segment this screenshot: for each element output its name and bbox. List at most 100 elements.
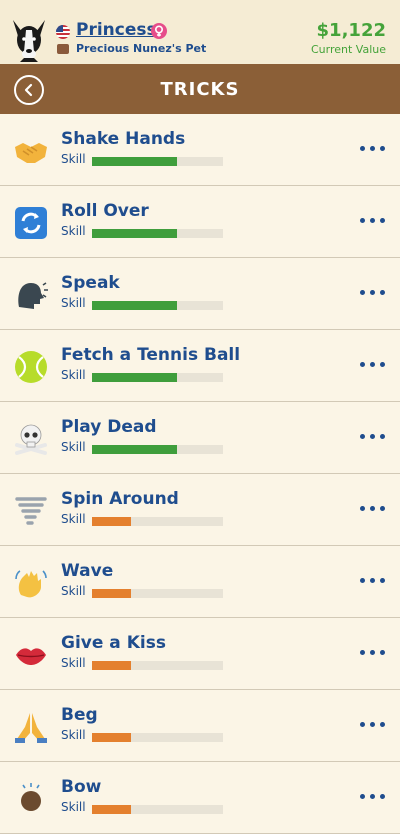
ellipsis-dot-icon	[380, 362, 385, 367]
tornado-icon	[13, 493, 49, 529]
ellipsis-dot-icon	[370, 722, 375, 727]
skill-bar-fill	[92, 301, 178, 310]
skill-label: Skill	[61, 584, 86, 598]
ellipsis-dot-icon	[380, 146, 385, 151]
ellipsis-dot-icon	[380, 290, 385, 295]
handshake-icon	[13, 133, 49, 169]
skill-bar	[92, 589, 223, 598]
trick-name: Roll Over	[61, 201, 149, 221]
pet-header: Princess Precious Nunez's Pet $1,122 Cur…	[0, 0, 400, 64]
ellipsis-dot-icon	[370, 434, 375, 439]
ellipsis-dot-icon	[370, 218, 375, 223]
more-options-button[interactable]	[358, 789, 388, 803]
us-flag-icon	[56, 25, 70, 39]
trick-row[interactable]: Beg Skill	[0, 690, 400, 762]
trick-name: Bow	[61, 777, 102, 797]
title-bar: TRICKS	[0, 64, 400, 114]
ellipsis-dot-icon	[380, 650, 385, 655]
lips-icon	[13, 637, 49, 673]
trick-row[interactable]: Wave Skill	[0, 546, 400, 618]
ellipsis-dot-icon	[380, 794, 385, 799]
waving-hand-icon	[13, 565, 49, 601]
current-value-label: Current Value	[310, 43, 386, 56]
skill-bar	[92, 301, 223, 310]
more-options-button[interactable]	[358, 357, 388, 371]
ellipsis-dot-icon	[370, 578, 375, 583]
trick-row[interactable]: Fetch a Tennis Ball Skill	[0, 330, 400, 402]
skill-bar-fill	[92, 805, 132, 814]
skill-bar-fill	[92, 445, 178, 454]
ellipsis-dot-icon	[360, 794, 365, 799]
ellipsis-dot-icon	[380, 722, 385, 727]
speaking-head-icon	[13, 277, 49, 313]
more-options-button[interactable]	[358, 285, 388, 299]
current-value-amount: $1,122	[316, 20, 386, 41]
trick-name: Fetch a Tennis Ball	[61, 345, 241, 365]
ellipsis-dot-icon	[370, 146, 375, 151]
ellipsis-dot-icon	[370, 362, 375, 367]
dog-avatar[interactable]	[10, 18, 48, 62]
trick-row[interactable]: Shake Hands Skill	[0, 114, 400, 186]
more-options-button[interactable]	[358, 717, 388, 731]
tennis-ball-icon	[13, 349, 49, 385]
skill-label: Skill	[61, 512, 86, 526]
ellipsis-dot-icon	[360, 722, 365, 727]
more-options-button[interactable]	[358, 429, 388, 443]
ellipsis-dot-icon	[360, 146, 365, 151]
bowing-person-icon	[13, 781, 49, 817]
skill-bar	[92, 805, 223, 814]
skill-bar	[92, 229, 223, 238]
trick-name: Play Dead	[61, 417, 157, 437]
ellipsis-dot-icon	[360, 290, 365, 295]
ellipsis-dot-icon	[370, 650, 375, 655]
skill-bar-fill	[92, 661, 132, 670]
arrows-cycle-icon	[13, 205, 49, 241]
more-options-button[interactable]	[358, 573, 388, 587]
more-options-button[interactable]	[358, 645, 388, 659]
trick-name: Give a Kiss	[61, 633, 166, 653]
skill-bar	[92, 517, 223, 526]
more-options-button[interactable]	[358, 141, 388, 155]
skill-bar	[92, 661, 223, 670]
skill-bar-fill	[92, 589, 132, 598]
trick-name: Spin Around	[61, 489, 179, 509]
owner-label: Precious Nunez's Pet	[76, 42, 207, 55]
trick-row[interactable]: Roll Over Skill	[0, 186, 400, 258]
trick-name: Speak	[61, 273, 120, 293]
house-icon	[57, 44, 69, 54]
ellipsis-dot-icon	[370, 290, 375, 295]
trick-row[interactable]: Speak Skill	[0, 258, 400, 330]
pet-name-link[interactable]: Princess	[76, 20, 157, 40]
trick-row[interactable]: Play Dead Skill	[0, 402, 400, 474]
trick-name: Shake Hands	[61, 129, 186, 149]
skill-label: Skill	[61, 800, 86, 814]
ellipsis-dot-icon	[380, 578, 385, 583]
skill-bar	[92, 373, 223, 382]
ellipsis-dot-icon	[370, 794, 375, 799]
trick-name: Beg	[61, 705, 98, 725]
skill-bar-fill	[92, 517, 132, 526]
skill-label: Skill	[61, 296, 86, 310]
ellipsis-dot-icon	[380, 506, 385, 511]
skill-bar	[92, 445, 223, 454]
skill-label: Skill	[61, 152, 86, 166]
ellipsis-dot-icon	[380, 434, 385, 439]
female-icon	[151, 23, 167, 39]
ellipsis-dot-icon	[360, 218, 365, 223]
skill-bar-fill	[92, 733, 132, 742]
skill-label: Skill	[61, 728, 86, 742]
more-options-button[interactable]	[358, 213, 388, 227]
skull-crossbones-icon	[13, 421, 49, 457]
more-options-button[interactable]	[358, 501, 388, 515]
trick-row[interactable]: Bow Skill	[0, 762, 400, 834]
skill-label: Skill	[61, 656, 86, 670]
skill-bar-fill	[92, 229, 178, 238]
skill-bar-fill	[92, 373, 178, 382]
trick-name: Wave	[61, 561, 114, 581]
trick-row[interactable]: Spin Around Skill	[0, 474, 400, 546]
ellipsis-dot-icon	[360, 578, 365, 583]
trick-row[interactable]: Give a Kiss Skill	[0, 618, 400, 690]
skill-label: Skill	[61, 368, 86, 382]
tricks-list: Shake Hands Skill Roll Over Skill Speak Skill…	[0, 114, 400, 834]
ellipsis-dot-icon	[360, 650, 365, 655]
